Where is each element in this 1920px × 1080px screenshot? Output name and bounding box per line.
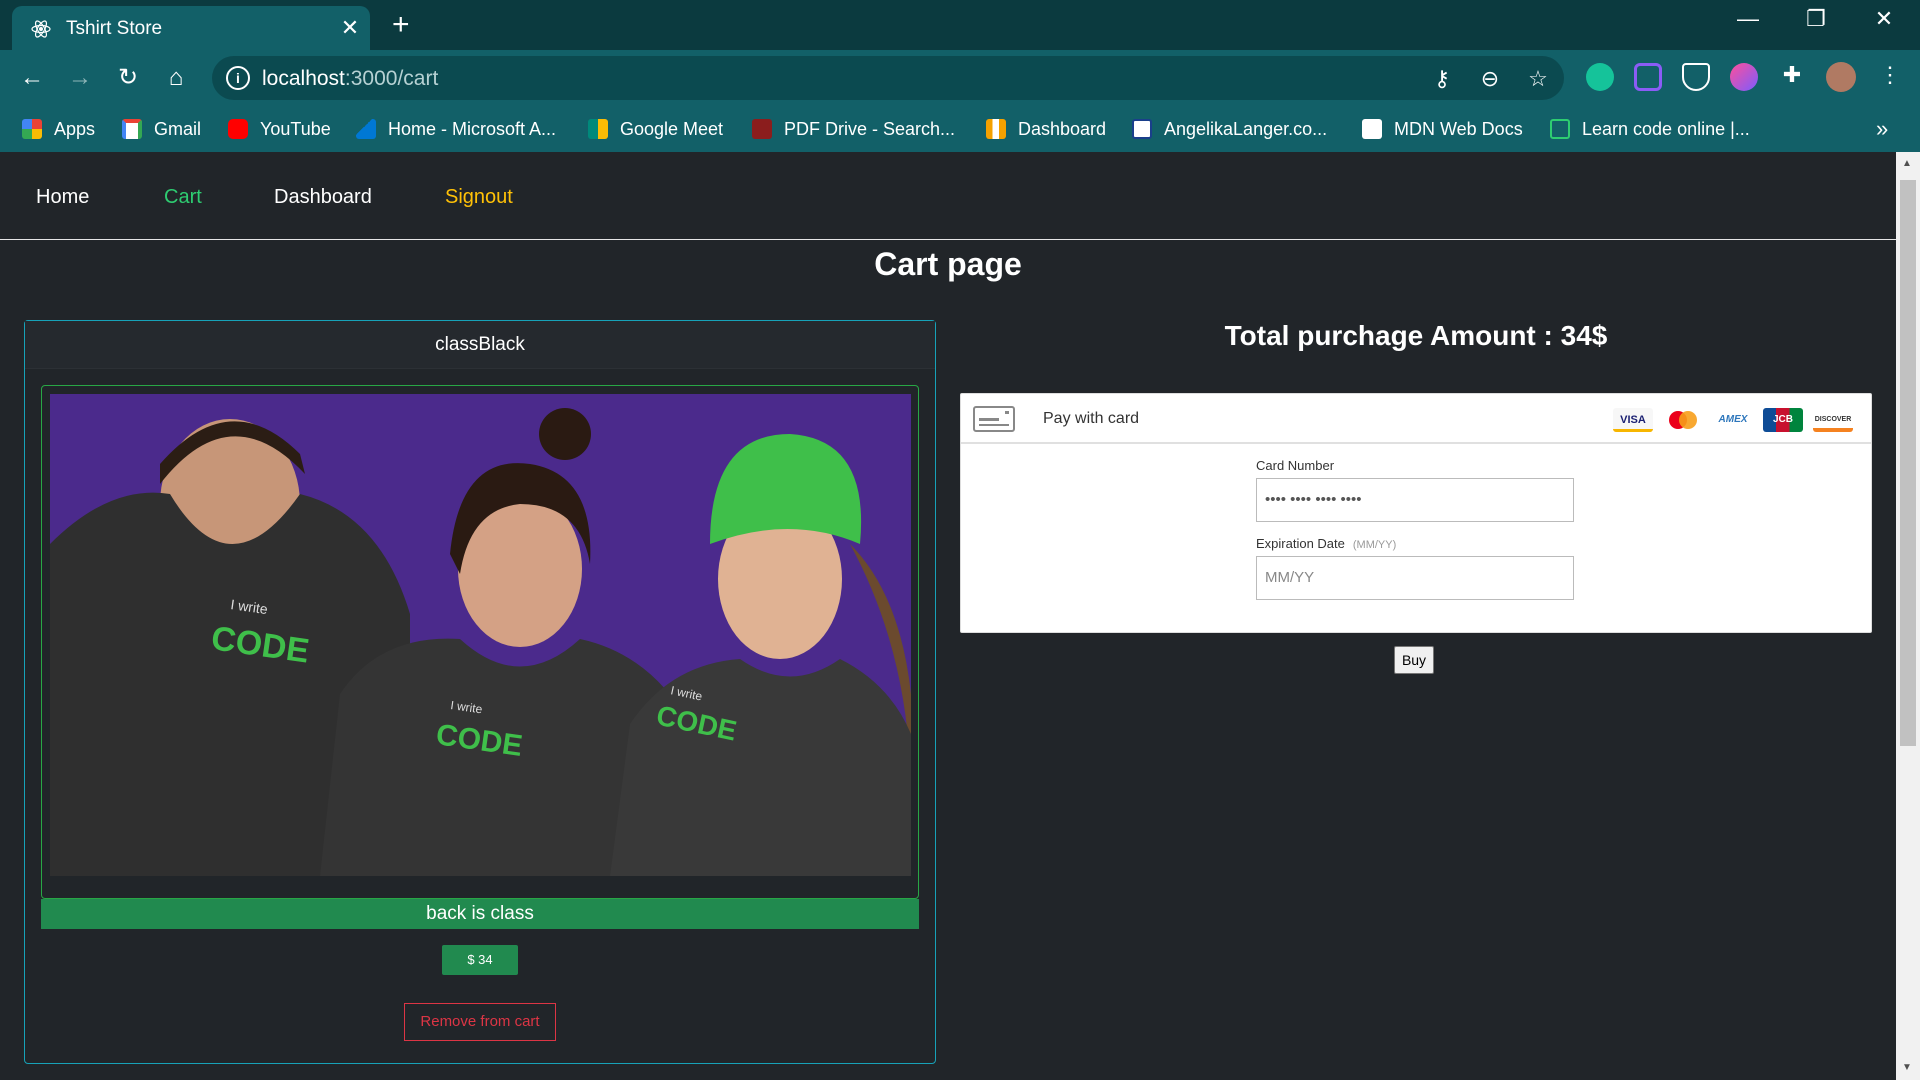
bookmark-google-meet[interactable]: Google Meet <box>588 116 723 142</box>
product-image: I write CODE I write CODE I write CODE <box>50 394 911 876</box>
credit-card-icon <box>973 406 1015 432</box>
forward-icon[interactable]: → <box>64 62 96 94</box>
bookmark-dashboard[interactable]: Dashboard <box>986 116 1106 142</box>
payment-form: Pay with card VISA AMEX JCB DISCOVER Car… <box>960 393 1872 633</box>
restore-icon[interactable]: ❐ <box>1796 6 1836 32</box>
discover-logo-icon: DISCOVER <box>1813 408 1853 432</box>
gmail-icon <box>122 119 142 139</box>
home-icon[interactable]: ⌂ <box>160 62 192 94</box>
close-tab-icon[interactable]: ✕ <box>338 15 362 41</box>
reload-icon[interactable]: ↻ <box>112 62 144 94</box>
scroll-up-icon[interactable]: ▲ <box>1902 158 1912 169</box>
amex-logo-icon: AMEX <box>1718 414 1748 425</box>
price-badge: $ 34 <box>442 945 518 975</box>
card-number-label: Card Number <box>1256 458 1335 473</box>
bookmark-learn-code[interactable]: Learn code online |... <box>1550 116 1750 142</box>
react-logo-icon <box>31 20 51 38</box>
pdf-drive-icon <box>752 119 772 139</box>
bookmark-angelikalanger[interactable]: AngelikaLanger.co... <box>1132 116 1327 142</box>
nav-dashboard-link[interactable]: Dashboard <box>274 186 372 209</box>
puzzle-extensions-icon[interactable]: ✚ <box>1778 62 1806 88</box>
expiration-date-label: Expiration Date (MM/YY) <box>1256 536 1397 551</box>
scroll-down-icon[interactable]: ▼ <box>1902 1062 1912 1073</box>
site-info-icon[interactable]: i <box>226 66 250 90</box>
remove-from-cart-button[interactable]: Remove from cart <box>404 1003 556 1041</box>
browser-tab[interactable]: Tshirt Store ✕ <box>12 6 370 50</box>
avatar[interactable] <box>1826 62 1856 92</box>
page-scrollbar[interactable]: ▲ ▼ <box>1896 152 1920 1080</box>
mastercard-logo-icon <box>1663 408 1703 432</box>
close-window-icon[interactable]: ✕ <box>1864 6 1904 32</box>
nav-home-link[interactable]: Home <box>36 186 89 209</box>
zoom-out-icon[interactable]: ⊖ <box>1476 66 1504 92</box>
shield-icon[interactable] <box>1682 63 1710 91</box>
dark-reader-icon[interactable] <box>1730 63 1758 91</box>
bookmark-apps[interactable]: Apps <box>22 116 95 142</box>
minimize-icon[interactable]: — <box>1728 6 1768 32</box>
tab-strip: Tshirt Store ✕ + — ❐ ✕ <box>0 0 1920 50</box>
jcb-logo-icon: JCB <box>1763 408 1803 432</box>
tab-title: Tshirt Store <box>66 18 163 39</box>
page-title: Cart page <box>874 246 1022 282</box>
menu-kebab-icon[interactable]: ⋮ <box>1876 62 1904 88</box>
more-bookmarks-icon[interactable]: » <box>1876 116 1888 142</box>
youtube-icon <box>228 119 248 139</box>
site-navbar: Home Cart Dashboard Signout <box>0 152 1896 240</box>
card-number-input[interactable]: •••• •••• •••• •••• <box>1256 478 1574 522</box>
page-content: Home Cart Dashboard Signout Cart page cl… <box>0 152 1896 1080</box>
extension-square-icon[interactable] <box>1634 63 1662 91</box>
new-tab-icon[interactable]: + <box>392 8 410 42</box>
expiration-date-input[interactable]: MM/YY <box>1256 556 1574 600</box>
apps-grid-icon <box>22 119 42 139</box>
product-name: classBlack <box>25 321 935 369</box>
bookmark-gmail[interactable]: Gmail <box>122 116 201 142</box>
code-brackets-icon <box>1550 119 1570 139</box>
pay-with-card-title: Pay with card <box>1043 410 1140 427</box>
bookmark-mdn[interactable]: MDN Web Docs <box>1362 116 1523 142</box>
total-amount: Total purchage Amount : 34$ <box>1224 320 1608 351</box>
nav-signout-link[interactable]: Signout <box>445 186 513 209</box>
expiration-date-hint: (MM/YY) <box>1352 539 1397 551</box>
buy-button[interactable]: Buy <box>1394 646 1434 674</box>
azure-icon <box>356 119 376 139</box>
angelikalanger-icon <box>1132 119 1152 139</box>
mdn-icon <box>1362 119 1382 139</box>
bookmark-microsoft-azure[interactable]: Home - Microsoft A... <box>356 116 556 142</box>
scrollbar-thumb[interactable] <box>1900 180 1916 746</box>
bookmark-youtube[interactable]: YouTube <box>228 116 331 142</box>
url-text[interactable]: localhost:3000/cart <box>262 67 438 91</box>
key-icon[interactable]: ⚷ <box>1428 66 1456 92</box>
visa-logo-icon: VISA <box>1613 408 1653 432</box>
dashboard-icon <box>986 119 1006 139</box>
google-meet-icon <box>588 119 608 139</box>
bookmarks-bar: Apps Gmail YouTube Home - Microsoft A...… <box>0 106 1920 152</box>
address-bar[interactable]: i localhost:3000/cart ⚷ ⊖ ☆ <box>212 56 1564 100</box>
bookmark-star-icon[interactable]: ☆ <box>1524 66 1552 92</box>
grammarly-icon[interactable] <box>1586 63 1614 91</box>
payment-header: Pay with card VISA AMEX JCB DISCOVER <box>961 394 1871 444</box>
nav-cart-link[interactable]: Cart <box>164 186 202 209</box>
cart-item-card: classBlack I write CODE I write CODE I w… <box>24 320 936 1064</box>
back-icon[interactable]: ← <box>16 62 48 94</box>
product-description: back is class <box>41 899 919 929</box>
browser-toolbar: ← → ↻ ⌂ i localhost:3000/cart ⚷ ⊖ ☆ ✚ ⋮ <box>0 50 1920 106</box>
bookmark-pdf-drive[interactable]: PDF Drive - Search... <box>752 116 955 142</box>
product-image-frame: I write CODE I write CODE I write CODE <box>41 385 919 899</box>
